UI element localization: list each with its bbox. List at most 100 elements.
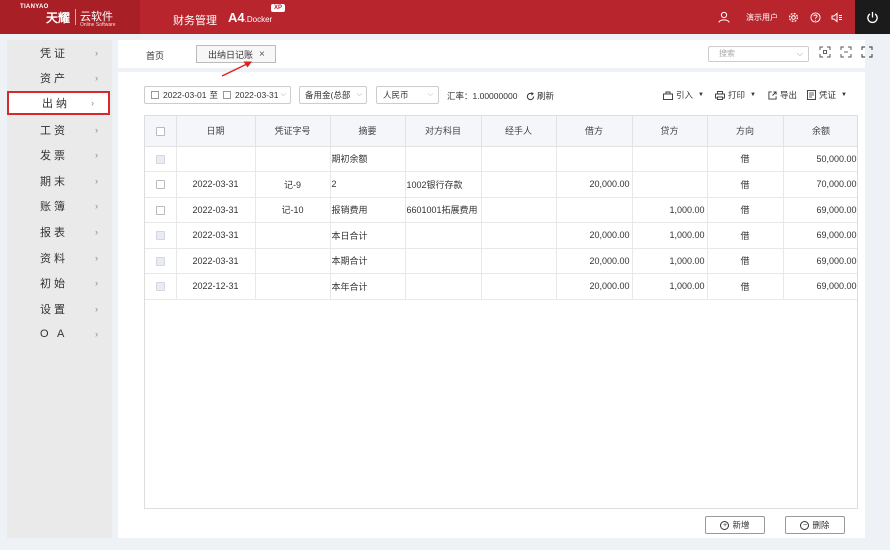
sidebar-item-label: 报表 (40, 227, 68, 239)
select-all-cell[interactable] (145, 116, 177, 147)
cell-handler (481, 171, 557, 198)
cell-debit (556, 197, 633, 223)
scan-icon[interactable] (819, 46, 833, 60)
version-label: A4.Docker (228, 10, 272, 25)
cell-date: 2022-03-31 (176, 248, 256, 274)
sidebar: 凭证 › 资产 › 出纳 › 工资 › 发票 › 期末 › 账簿 › 报表 › 资料 › 初始 › … (7, 40, 112, 538)
chevron-down-icon: ⌵ (427, 91, 433, 98)
table-row[interactable]: 2022-03-31 本期合计 20,000.00 1,000.00 借 69,000.0… (145, 248, 857, 274)
sound-icon[interactable] (830, 10, 844, 24)
column-header-credit[interactable]: 贷方 (632, 116, 708, 147)
row-select-cell[interactable] (145, 197, 177, 223)
sidebar-item-period-end[interactable]: 期末 › (7, 169, 112, 193)
logo[interactable]: TIANYAO 天耀 云软件 Online Software (0, 0, 140, 34)
column-header-handler[interactable]: 经手人 (481, 116, 557, 147)
row-checkbox (155, 231, 165, 241)
chevron-right-icon: › (95, 48, 98, 58)
cell-direction: 借 (707, 146, 784, 172)
version-badge: XP (271, 4, 286, 12)
table-row[interactable]: 2022-03-31 记-9 2 1002银行存款 20,000.00 借 70,000.0… (145, 171, 857, 198)
row-select-cell[interactable] (145, 273, 177, 300)
power-icon (867, 11, 878, 23)
cell-date: 2022-03-31 (176, 171, 256, 198)
row-select-cell[interactable] (145, 146, 177, 172)
column-header-summary[interactable]: 摘要 (330, 116, 406, 147)
user-name[interactable]: 演示用户 (746, 12, 778, 23)
fullscreen-icon[interactable] (861, 46, 875, 60)
cell-summary: 本期合计 (330, 248, 406, 274)
column-header-direction[interactable]: 方向 (707, 116, 784, 147)
tab-cashier-journal[interactable]: 出纳日记账 × (196, 45, 276, 63)
cell-direction: 借 (707, 248, 784, 274)
delete-button[interactable]: − 删除 (785, 516, 845, 534)
voucher-button[interactable]: 凭证 ▼ (807, 89, 847, 101)
sidebar-item-reports[interactable]: 报表 › (7, 220, 112, 244)
cell-credit: 1,000.00 (632, 273, 708, 300)
export-label: 导出 (780, 90, 798, 100)
sidebar-item-settings[interactable]: 设置 › (7, 297, 112, 321)
row-select-cell[interactable] (145, 248, 177, 274)
logo-sub-text: Online Software (80, 22, 116, 28)
cell-handler (481, 146, 557, 172)
date-range-picker[interactable]: 2022-03-01 至 2022-03-31 ⌵ (144, 86, 291, 104)
print-button[interactable]: 打印 ▼ (715, 89, 756, 101)
column-header-balance[interactable]: 余额 (783, 116, 857, 147)
sidebar-item-assets[interactable]: 资产 › (7, 66, 112, 90)
gear-icon[interactable] (786, 10, 800, 24)
close-icon[interactable]: × (259, 49, 265, 60)
cell-date: 2022-12-31 (176, 273, 256, 300)
user-icon[interactable] (717, 10, 731, 24)
table-row[interactable]: 2022-03-31 记-10 报销费用 6601001拓展费用 1,000.00 借 69… (145, 197, 857, 223)
add-button[interactable]: + 新增 (705, 516, 765, 534)
sidebar-item-payroll[interactable]: 工资 › (7, 118, 112, 142)
help-icon[interactable] (808, 10, 822, 24)
tab-home[interactable]: 首页 (146, 49, 164, 62)
row-select-cell[interactable] (145, 171, 177, 198)
chevron-right-icon: › (95, 329, 98, 339)
cell-counter-account (405, 273, 482, 300)
cell-counter-account: 6601001拓展费用 (405, 197, 482, 223)
search-select[interactable]: 搜索 ⌵ (708, 46, 809, 62)
column-header-counter-account[interactable]: 对方科目 (405, 116, 482, 147)
export-button[interactable]: 导出 (768, 89, 797, 101)
cell-counter-account (405, 146, 482, 172)
column-header-date[interactable]: 日期 (176, 116, 256, 147)
column-header-voucher-no[interactable]: 凭证字号 (255, 116, 331, 147)
row-checkbox[interactable] (155, 180, 165, 190)
sidebar-item-label: 资料 (40, 253, 68, 265)
table-row[interactable]: 2022-03-31 本日合计 20,000.00 1,000.00 借 69,000.0… (145, 222, 857, 249)
import-button[interactable]: 引入 ▼ (663, 89, 704, 101)
sidebar-item-label: 资产 (40, 73, 68, 85)
sidebar-item-label: 账簿 (40, 201, 68, 213)
currency-select[interactable]: 人民币 ⌵ (376, 86, 439, 104)
chevron-right-icon: › (95, 253, 98, 263)
column-header-debit[interactable]: 借方 (556, 116, 633, 147)
import-icon (663, 91, 673, 100)
table-row[interactable]: 期初余额 借 50,000.00 (145, 146, 857, 172)
sidebar-item-ledger[interactable]: 账簿 › (7, 194, 112, 218)
row-checkbox[interactable] (155, 205, 165, 215)
cell-direction: 借 (707, 222, 784, 249)
cell-balance: 70,000.00 (783, 171, 857, 198)
main-panel: 2022-03-01 至 2022-03-31 ⌵ 备用金(总部 ⌵ 人民币 ⌵… (118, 72, 865, 538)
account-select[interactable]: 备用金(总部 ⌵ (299, 86, 367, 104)
table-row[interactable]: 2022-12-31 本年合计 20,000.00 1,000.00 借 69,000.0… (145, 273, 857, 300)
sidebar-item-cashier[interactable]: 出纳 › (7, 91, 110, 115)
calendar-icon (151, 91, 159, 99)
rate-label: 汇率： (447, 91, 473, 101)
select-all-checkbox[interactable] (155, 126, 165, 136)
cell-credit: 1,000.00 (632, 222, 708, 249)
printer-icon (715, 90, 725, 100)
sidebar-item-oa[interactable]: O A › (7, 322, 112, 346)
sidebar-item-voucher[interactable]: 凭证 › (7, 41, 112, 65)
sidebar-item-invoice[interactable]: 发票 › (7, 143, 112, 167)
refresh-button[interactable]: 刷新 (526, 90, 554, 102)
row-select-cell[interactable] (145, 222, 177, 249)
frame-icon[interactable] (840, 46, 854, 60)
chevron-right-icon: › (95, 125, 98, 135)
sidebar-item-label: 发票 (40, 150, 68, 162)
cell-balance: 69,000.00 (783, 197, 857, 223)
sidebar-item-data[interactable]: 资料 › (7, 246, 112, 270)
sidebar-item-initial[interactable]: 初始 › (7, 271, 112, 295)
power-button[interactable] (855, 0, 890, 34)
